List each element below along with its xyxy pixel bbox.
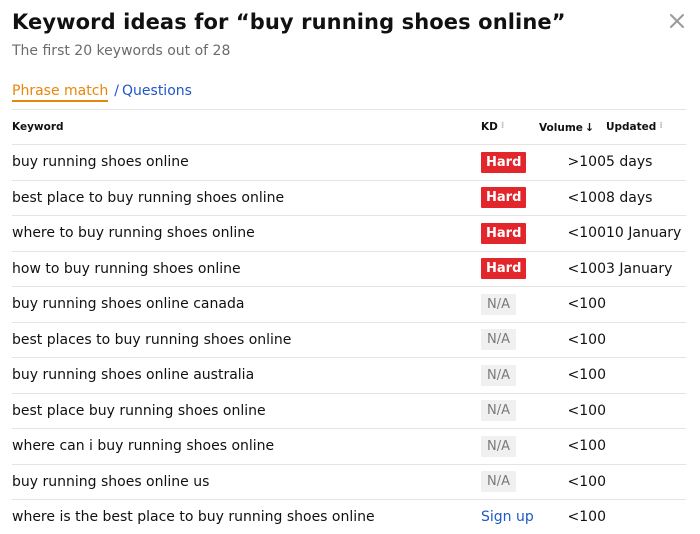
kd-badge-hard: Hard [481, 222, 527, 244]
volume-cell: <100 [539, 251, 606, 287]
kd-cell: N/A [481, 464, 539, 500]
kd-cell: N/A [481, 322, 539, 358]
sort-icon[interactable]: ⁝ [659, 121, 662, 131]
table-row[interactable]: best places to buy running shoes online N… [12, 322, 686, 358]
keyword-cell: where can i buy running shoes online [12, 428, 481, 465]
updated-cell [606, 428, 686, 465]
sign-up-link[interactable]: Sign up [481, 509, 534, 525]
updated-cell [606, 357, 686, 394]
table-row[interactable]: how to buy running shoes online Hard <100 3… [12, 251, 686, 287]
table-row[interactable]: best place buy running shoes online N/A <1… [12, 393, 686, 429]
volume-cell: <100 [539, 464, 606, 500]
tab-separator: / [114, 83, 120, 99]
kd-cell: N/A [481, 357, 539, 394]
match-tabs: Phrase match / Questions [12, 83, 192, 102]
keyword-cell: best place buy running shoes online [12, 393, 481, 429]
updated-cell: 10 January [606, 215, 686, 252]
volume-cell: <100 [539, 393, 606, 429]
keyword-ideas-panel: Keyword ideas for “buy running shoes onl… [0, 0, 700, 534]
keywords-table: Keyword KD ⁝ Volume ↓ Updated ⁝ buy running… [12, 110, 686, 534]
volume-cell: <100 [539, 286, 606, 323]
kd-badge-na: N/A [481, 364, 516, 386]
kd-cell: Hard [481, 144, 539, 181]
volume-cell: >100 [539, 144, 606, 181]
table-row[interactable]: buy running shoes online us N/A <100 [12, 464, 686, 500]
column-header-volume[interactable]: Volume ↓ [539, 110, 606, 145]
kd-cell: Hard [481, 251, 539, 287]
kd-badge-na: N/A [481, 471, 516, 493]
kd-cell: Hard [481, 180, 539, 216]
volume-cell: <100 [539, 215, 606, 252]
kd-cell: Hard [481, 215, 539, 252]
column-header-keyword: Keyword [12, 110, 481, 145]
keywords-table-body: buy running shoes online Hard >100 5 days be… [12, 144, 686, 534]
kd-cell: Sign up [481, 500, 539, 534]
kd-badge-na: N/A [481, 400, 516, 422]
keyword-cell: best places to buy running shoes online [12, 322, 481, 358]
updated-cell [606, 393, 686, 429]
kd-badge-hard: Hard [481, 258, 527, 280]
kd-cell: N/A [481, 428, 539, 465]
keyword-cell: buy running shoes online canada [12, 286, 481, 323]
table-row[interactable]: where to buy running shoes online Hard <10… [12, 215, 686, 252]
keyword-cell: how to buy running shoes online [12, 251, 481, 287]
updated-cell [606, 322, 686, 358]
tab-phrase-match[interactable]: Phrase match [12, 83, 109, 102]
table-header-row: Keyword KD ⁝ Volume ↓ Updated ⁝ [12, 110, 686, 145]
updated-cell [606, 500, 686, 534]
updated-cell: 8 days [606, 180, 686, 216]
close-button[interactable] [664, 8, 690, 34]
kd-badge-hard: Hard [481, 151, 527, 173]
keyword-cell: where is the best place to buy running s… [12, 509, 375, 526]
table-row[interactable]: best place to buy running shoes online Ha… [12, 180, 686, 216]
page-title: Keyword ideas for “buy running shoes onl… [12, 10, 566, 34]
kd-badge-hard: Hard [481, 187, 527, 209]
volume-cell: <100 [567, 509, 606, 526]
updated-cell [606, 286, 686, 323]
close-icon [670, 14, 684, 28]
column-header-kd[interactable]: KD ⁝ [481, 110, 539, 145]
kd-cell: N/A [481, 393, 539, 429]
column-header-updated[interactable]: Updated ⁝ [606, 110, 686, 145]
volume-cell: <100 [539, 180, 606, 216]
kd-badge-na: N/A [481, 435, 516, 457]
kd-badge-na: N/A [481, 293, 516, 315]
keyword-cell: buy running shoes online [12, 144, 481, 181]
updated-cell [606, 464, 686, 500]
volume-cell: <100 [539, 428, 606, 465]
volume-cell: <100 [539, 357, 606, 394]
updated-cell: 3 January [606, 251, 686, 287]
volume-cell: <100 [539, 322, 606, 358]
kd-cell: N/A [481, 286, 539, 323]
keyword-cell: best place to buy running shoes online [12, 180, 481, 216]
keyword-cell: buy running shoes online australia [12, 357, 481, 394]
table-row[interactable]: buy running shoes online Hard >100 5 days [12, 144, 686, 181]
arrow-down-icon[interactable]: ↓ [585, 121, 594, 134]
table-row[interactable]: where can i buy running shoes online N/A <… [12, 428, 686, 465]
keyword-cell: buy running shoes online us [12, 464, 481, 500]
table-row[interactable]: buy running shoes online australia N/A <10… [12, 357, 686, 394]
sort-icon[interactable]: ⁝ [501, 121, 504, 131]
kd-badge-na: N/A [481, 329, 516, 351]
keyword-cell: where to buy running shoes online [12, 215, 481, 252]
table-row[interactable]: where is the best place to buy running s… [12, 500, 686, 534]
updated-cell: 5 days [606, 144, 686, 181]
tab-questions[interactable]: Questions [122, 83, 192, 99]
table-row[interactable]: buy running shoes online canada N/A <100 [12, 286, 686, 323]
page-subtitle: The first 20 keywords out of 28 [12, 43, 231, 59]
